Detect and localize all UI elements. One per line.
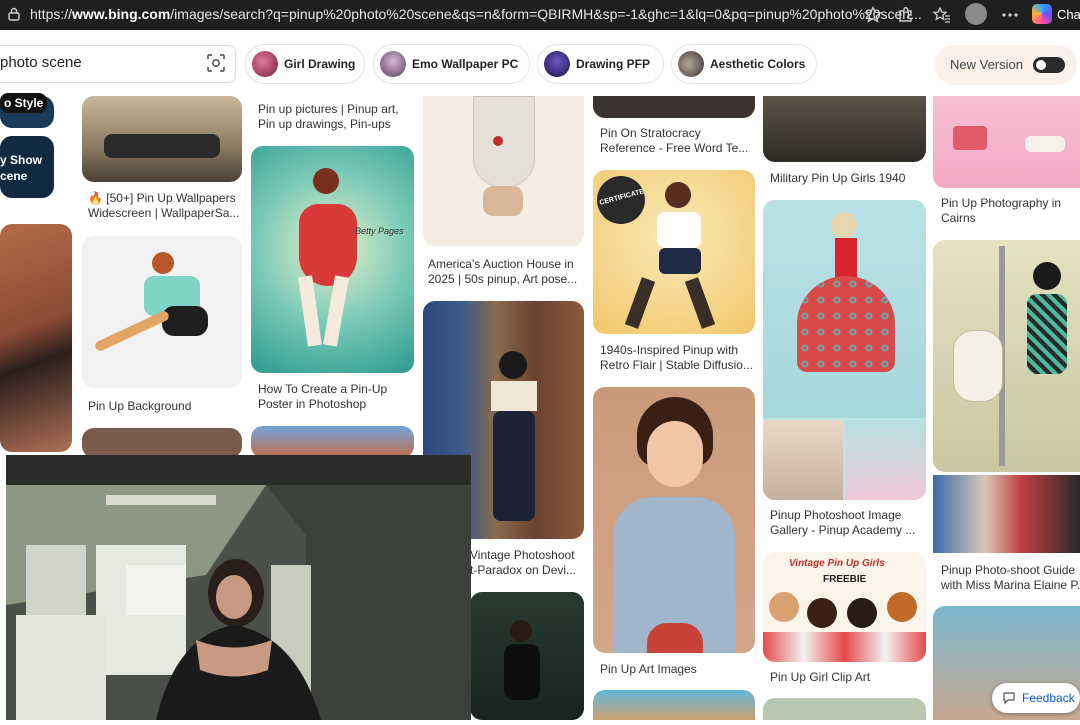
- profile-icon[interactable]: [965, 3, 987, 25]
- copilot-icon[interactable]: [1032, 4, 1052, 24]
- side-chip-line: cene: [0, 169, 28, 183]
- image-tile[interactable]: Betty Pages: [251, 146, 414, 373]
- side-chip-label: y Show cene: [0, 152, 42, 184]
- image-tile[interactable]: [470, 592, 584, 720]
- image-caption[interactable]: 2025 | 50s pinup, Art pose...: [428, 272, 577, 287]
- image-caption[interactable]: 1940s-Inspired Pinup with: [600, 343, 738, 358]
- image-tile[interactable]: [933, 475, 1080, 553]
- image-caption[interactable]: Pin Up Photography in: [941, 196, 1061, 211]
- lock-icon[interactable]: [8, 7, 20, 21]
- image-caption[interactable]: Pin Up Background: [88, 399, 191, 414]
- image-tile[interactable]: [0, 224, 72, 452]
- pill-thumbnail: [544, 51, 570, 77]
- image-caption[interactable]: Pin up pictures | Pinup art,: [258, 102, 399, 117]
- url-field[interactable]: https://www.bing.com/images/search?q=pin…: [30, 6, 922, 22]
- image-caption[interactable]: Military Pin Up Girls 1940: [770, 171, 905, 186]
- pill-label: Emo Wallpaper PC: [412, 57, 519, 71]
- side-chip-label[interactable]: o Style: [0, 93, 48, 113]
- image-caption[interactable]: with Miss Marina Elaine P...: [941, 578, 1080, 593]
- image-tile[interactable]: [251, 426, 414, 458]
- image-caption[interactable]: Reference - Free Word Te...: [600, 141, 748, 156]
- favorites-icon[interactable]: [932, 5, 952, 25]
- image-tile[interactable]: [763, 96, 926, 162]
- image-caption[interactable]: Retro Flair | Stable Diffusio...: [600, 358, 753, 373]
- image-caption[interactable]: Pin On Stratocracy: [600, 126, 701, 141]
- image-caption[interactable]: Pin Up Girl Clip Art: [770, 670, 870, 685]
- clipart-freebie: FREEBIE: [823, 574, 867, 585]
- related-pill-emo-wallpaper[interactable]: Emo Wallpaper PC: [373, 44, 530, 84]
- pill-label: Girl Drawing: [284, 57, 356, 71]
- clipart-title: Vintage Pin Up Girls: [789, 558, 885, 569]
- image-tile[interactable]: [593, 96, 755, 118]
- image-tile[interactable]: Vintage Pin Up Girls FREEBIE: [763, 552, 926, 662]
- image-tile[interactable]: [593, 387, 755, 653]
- pill-thumbnail: [678, 51, 704, 77]
- image-caption[interactable]: Gallery - Pinup Academy ...: [770, 523, 915, 538]
- image-tile[interactable]: [763, 698, 926, 720]
- image-caption[interactable]: Widescreen | WallpaperSa...: [88, 206, 239, 221]
- image-caption[interactable]: 🔥 [50+] Pin Up Wallpapers: [88, 191, 236, 206]
- url-path: /images/search?q=pinup%20photo%20scene&q…: [170, 6, 922, 22]
- image-tile[interactable]: [82, 428, 242, 458]
- camera-search-icon[interactable]: [206, 53, 226, 73]
- pill-thumbnail: [252, 51, 278, 77]
- image-caption[interactable]: Poster in Photoshop: [258, 397, 366, 412]
- image-tile[interactable]: [933, 96, 1080, 188]
- related-pill-girl-drawing[interactable]: Girl Drawing: [245, 44, 365, 84]
- image-tile[interactable]: CERTIFICATE: [593, 170, 755, 334]
- pill-thumbnail: [380, 51, 406, 77]
- puzzle-icon[interactable]: [896, 5, 916, 25]
- image-tile[interactable]: [82, 96, 242, 182]
- image-caption[interactable]: Pin up drawings, Pin-ups: [258, 117, 391, 132]
- url-prefix: https://: [30, 6, 73, 22]
- image-tile[interactable]: [423, 96, 584, 246]
- image-caption[interactable]: Pin Up Art Images: [600, 662, 697, 677]
- related-pill-aesthetic-colors[interactable]: Aesthetic Colors: [671, 44, 817, 84]
- image-tile[interactable]: [933, 240, 1080, 472]
- feedback-label[interactable]: Feedback: [1022, 691, 1075, 705]
- related-pill-drawing-pfp[interactable]: Drawing PFP: [537, 44, 664, 84]
- image-caption[interactable]: How To Create a Pin-Up: [258, 382, 387, 397]
- side-chip-line: y Show: [0, 153, 43, 167]
- betty-signature: Betty Pages: [355, 226, 404, 236]
- image-caption[interactable]: Pinup Photo-shoot Guide: [941, 563, 1075, 578]
- feedback-icon: [1003, 692, 1015, 705]
- more-icon[interactable]: [1000, 5, 1020, 25]
- webcam-video-feed: [6, 455, 471, 720]
- pill-label: Aesthetic Colors: [710, 57, 806, 71]
- star-icon[interactable]: [863, 5, 883, 25]
- chat-label[interactable]: Chat: [1057, 7, 1080, 22]
- image-caption[interactable]: Cairns: [941, 211, 976, 226]
- image-tile[interactable]: [82, 236, 242, 388]
- image-caption[interactable]: t-Paradox on Devi...: [470, 563, 576, 578]
- pill-label: Drawing PFP: [576, 57, 651, 71]
- search-input[interactable]: photo scene: [0, 54, 82, 71]
- image-caption[interactable]: Pinup Photoshoot Image: [770, 508, 901, 523]
- toggle-knob: [1036, 60, 1046, 70]
- image-tile[interactable]: [593, 690, 755, 720]
- webcam-overlay: [6, 455, 471, 720]
- url-host: www.bing.com: [72, 6, 171, 22]
- image-caption[interactable]: America's Auction House in: [428, 257, 574, 272]
- image-caption[interactable]: Vintage Photoshoot: [470, 548, 575, 563]
- new-version-label: New Version: [950, 57, 1023, 72]
- image-tile[interactable]: [763, 200, 926, 500]
